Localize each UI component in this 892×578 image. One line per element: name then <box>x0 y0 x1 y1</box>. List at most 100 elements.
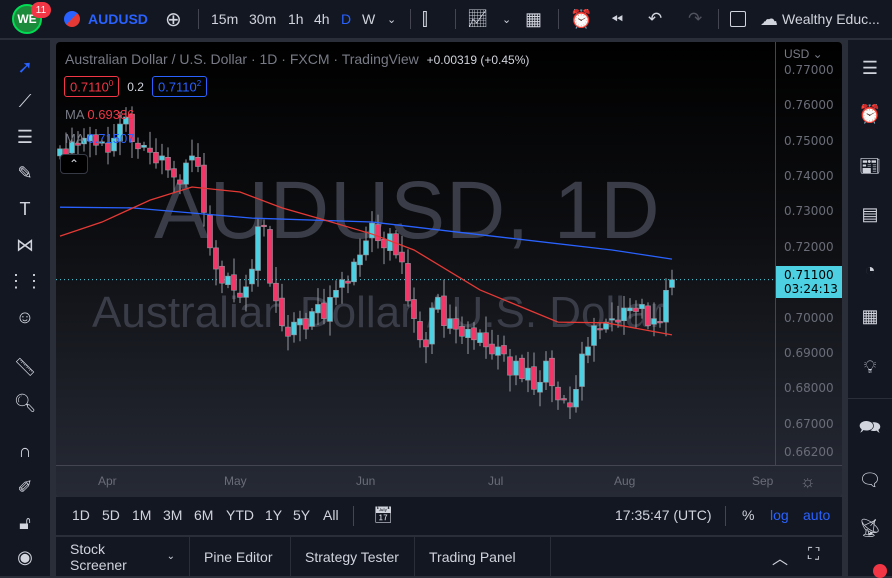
candle-body <box>339 279 345 288</box>
calendar-icon[interactable]: ▦ <box>856 302 884 330</box>
pattern-icon[interactable]: ⋈ <box>12 232 38 258</box>
chats-icon[interactable]: 🗪 <box>856 416 884 444</box>
ma-fast-legend[interactable]: MA 0.69386 <box>65 107 134 122</box>
time-tick-label: Jun <box>356 474 376 488</box>
replay-icon[interactable]: ⏪︎ <box>611 0 623 38</box>
lock-drawings-icon[interactable]: ✐ <box>12 474 38 500</box>
range-1m[interactable]: 1M <box>132 507 151 523</box>
trendline-icon[interactable]: ⟋ <box>12 88 38 114</box>
range-6m[interactable]: 6M <box>194 507 213 523</box>
chart-panel[interactable]: AUDUSD, 1D Australian Dollar / U.S. Doll… <box>56 42 842 497</box>
range-5d[interactable]: 5D <box>102 507 120 523</box>
candlestick-plot[interactable] <box>56 42 774 465</box>
goto-date-icon[interactable]: 📅︎ <box>373 505 393 525</box>
range-1d[interactable]: 1D <box>72 507 90 523</box>
candle <box>663 278 669 337</box>
candle-body <box>627 307 633 312</box>
clock-timezone[interactable]: 17:35:47 (UTC) <box>615 507 711 523</box>
percent-toggle[interactable]: % <box>742 507 754 523</box>
candle-body <box>417 321 423 341</box>
candle-body <box>345 280 351 284</box>
sell-button[interactable]: 0.71100 <box>64 76 120 98</box>
candle-body <box>219 265 225 284</box>
chat-icon[interactable]: 🗨︎ <box>856 466 884 494</box>
maximize-icon[interactable]: ⛶ <box>808 546 819 564</box>
prediction-icon[interactable]: ⋮⋮ <box>7 268 43 294</box>
account-menu[interactable]: ☁︎ Wealthy Educ... <box>760 0 880 38</box>
compare-add-icon[interactable]: ⊕ <box>165 0 182 38</box>
price-tick-label: 0.66200 <box>784 444 834 459</box>
alarm-add-icon[interactable]: ⏰ <box>570 0 592 38</box>
chevron-up-icon[interactable]: ︿ <box>772 545 788 569</box>
currency-selector[interactable]: USD ⌄ <box>784 47 823 61</box>
emoji-icon[interactable]: ☺ <box>12 304 38 330</box>
ideas-icon[interactable]: 💡︎ <box>856 353 884 381</box>
range-3m[interactable]: 3M <box>163 507 182 523</box>
candle-body <box>621 307 627 322</box>
chevron-down-icon[interactable]: ⌄ <box>502 0 511 38</box>
interval-d[interactable]: D <box>341 0 351 38</box>
interval-4h[interactable]: 4h <box>314 0 330 38</box>
price-axis[interactable]: USD ⌄ 0.77000 0.76000 0.75000 0.74000 0.7300… <box>775 42 842 465</box>
candle <box>165 147 171 178</box>
candle <box>669 269 675 296</box>
candle-body <box>561 398 567 401</box>
candle <box>627 298 633 319</box>
candles-icon[interactable]: ⫿ <box>422 0 428 38</box>
streams-icon[interactable]: 📡︎ <box>856 514 884 542</box>
range-ytd[interactable]: YTD <box>226 507 254 523</box>
legend-title: Australian Dollar / U.S. Dollar · 1D · F… <box>65 51 419 67</box>
interval-30m[interactable]: 30m <box>249 0 276 38</box>
candle <box>171 160 177 194</box>
range-all[interactable]: All <box>323 507 339 523</box>
tab-pine-editor[interactable]: Pine Editor <box>190 537 291 576</box>
layout-grid-icon[interactable]: ▦ <box>525 0 542 38</box>
undo-icon[interactable]: ↶ <box>648 0 662 38</box>
fib-icon[interactable]: ☰ <box>12 124 38 150</box>
indicators-icon[interactable]: 📈︎ <box>467 0 489 38</box>
tab-trading-panel[interactable]: Trading Panel <box>415 537 551 576</box>
text-icon[interactable]: T <box>12 196 38 222</box>
tab-label: Pine Editor <box>204 548 273 565</box>
interval-w[interactable]: W <box>362 0 375 38</box>
ruler-icon[interactable]: 📏︎ <box>12 354 38 380</box>
brush-icon[interactable]: ✎ <box>12 160 38 186</box>
magnet-icon[interactable]: ∩ <box>12 438 38 464</box>
time-axis[interactable]: Apr May Jun Jul Aug Sep ☼ <box>56 465 842 497</box>
candle-body <box>363 240 369 256</box>
buy-button[interactable]: 0.71102 <box>151 76 208 98</box>
drawing-toolbar: ➚ ⟋ ☰ ✎ T ⋈ ⋮⋮ ☺ 📏︎ 🔍︎ ∩ ✐ 🔓︎ ◉ <box>0 40 50 576</box>
eye-icon[interactable]: ◉ <box>12 544 38 570</box>
auto-toggle[interactable]: auto <box>803 507 830 523</box>
candle <box>519 354 525 383</box>
candle-body <box>609 318 615 321</box>
fullscreen-toggle[interactable] <box>730 0 746 38</box>
redo-icon[interactable]: ↷ <box>688 0 702 38</box>
settings-gear-icon[interactable]: ☼ <box>800 472 816 492</box>
tab-stock-screener[interactable]: Stock Screener ⌄ <box>56 537 190 576</box>
range-5y[interactable]: 5Y <box>293 507 310 523</box>
news-icon[interactable]: 📰︎ <box>856 152 884 180</box>
price-tick-label: 0.70000 <box>784 310 834 325</box>
collapse-legend-button[interactable]: ⌃ <box>60 154 88 174</box>
hotlists-icon[interactable]: ◔ <box>856 256 884 284</box>
watchlist-icon[interactable]: ☰ <box>856 54 884 82</box>
candle-body <box>279 297 285 326</box>
chart-pane[interactable]: AUDUSD, 1D Australian Dollar / U.S. Doll… <box>56 42 774 465</box>
symbol-search[interactable]: AUDUSD <box>64 0 148 38</box>
tab-strategy-tester[interactable]: Strategy Tester <box>291 537 415 576</box>
chevron-down-icon[interactable]: ⌄ <box>387 0 396 38</box>
ma-slow-legend[interactable]: MA 0.71507 <box>65 131 134 146</box>
range-1y[interactable]: 1Y <box>265 507 282 523</box>
interval-1h[interactable]: 1h <box>288 0 304 38</box>
log-toggle[interactable]: log <box>770 507 789 523</box>
interval-15m[interactable]: 15m <box>211 0 238 38</box>
cursor-icon[interactable]: ➚ <box>12 54 38 80</box>
candle <box>435 293 441 313</box>
alerts-icon[interactable]: ⏰ <box>856 100 884 128</box>
price-tick-label: 0.72000 <box>784 239 834 254</box>
lock-icon[interactable]: 🔓︎ <box>12 510 38 536</box>
candle-body <box>459 326 465 337</box>
data-window-icon[interactable]: ▤ <box>856 200 884 228</box>
zoom-in-icon[interactable]: 🔍︎ <box>12 390 38 416</box>
